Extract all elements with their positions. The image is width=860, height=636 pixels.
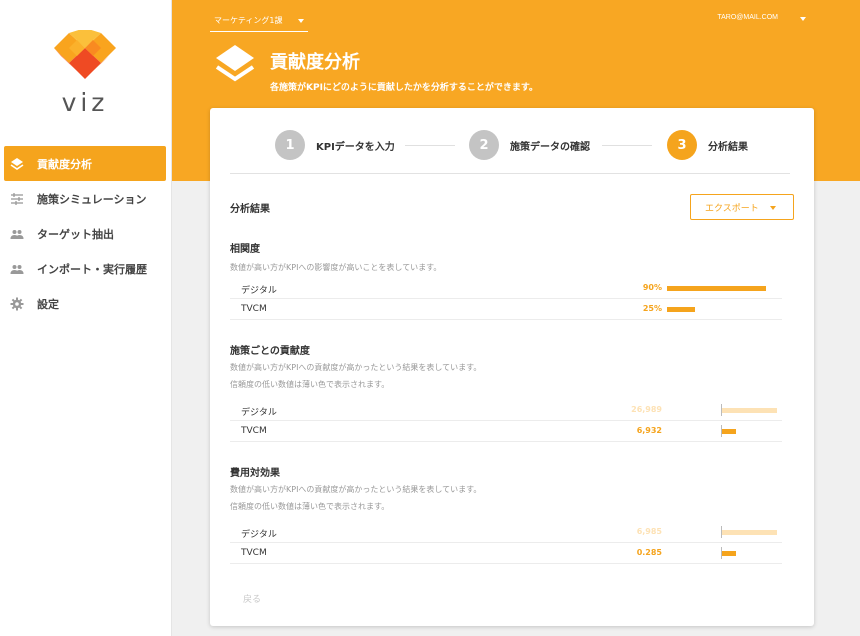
sidebar-item-label: 貢献度分析 — [37, 157, 92, 171]
table-row: デジタル 90% — [230, 278, 782, 299]
export-button-label: エクスポート — [705, 203, 759, 214]
sidebar-item-label: ターゲット抽出 — [37, 227, 114, 241]
row-value: 6,932 — [636, 426, 662, 435]
value-bar — [721, 408, 777, 413]
section-description: 数値が高い方がKPIへの影響度が高いことを表しています。 — [230, 263, 442, 272]
bar-axis-tick — [721, 526, 722, 538]
step-connector — [602, 145, 652, 146]
section-title: 費用対効果 — [230, 468, 280, 479]
row-value: 26,989 — [631, 405, 662, 414]
table-row: TVCM 0.285 — [230, 543, 782, 564]
step-1: 1 KPIデータを入力 — [275, 130, 395, 160]
sidebar-item-target-extraction[interactable]: ターゲット抽出 — [0, 216, 172, 251]
back-link[interactable]: 戻る — [243, 592, 261, 605]
analysis-card: 1 KPIデータを入力 2 施策データの確認 3 分析結果 分析結果 エクスポー… — [210, 108, 814, 626]
chevron-down-icon — [770, 206, 776, 210]
sliders-icon — [10, 192, 24, 206]
value-bar — [721, 429, 736, 434]
results-title: 分析結果 — [230, 204, 270, 215]
value-bar — [667, 307, 695, 312]
sidebar-item-contribution-analysis[interactable]: 貢献度分析 — [4, 146, 166, 181]
step-number: 1 — [275, 130, 305, 160]
row-label: TVCM — [241, 548, 267, 558]
sidebar-item-label: インポート・実行履歴 — [37, 262, 147, 276]
section-description: 数値が高い方がKPIへの貢献度が高かったという結果を表しています。 — [230, 485, 482, 494]
layers-icon — [10, 157, 24, 171]
people-icon — [10, 227, 24, 241]
sidebar-item-simulation[interactable]: 施策シミュレーション — [0, 181, 172, 216]
row-label: TVCM — [241, 304, 267, 314]
department-select-value: マーケティング1課 — [214, 16, 283, 25]
row-label: デジタル — [241, 286, 277, 296]
row-value: 25% — [642, 304, 662, 313]
section-title: 施策ごとの貢献度 — [230, 346, 310, 357]
chevron-down-icon — [298, 19, 304, 23]
table-row: デジタル 26,989 — [230, 400, 782, 421]
step-label: 施策データの確認 — [510, 141, 590, 153]
sidebar: viz 貢献度分析 施策シミュレーション ターゲット抽出 インポート・実行履歴 — [0, 0, 172, 636]
step-number: 2 — [469, 130, 499, 160]
people-icon — [10, 262, 24, 276]
step-label: 分析結果 — [708, 141, 748, 153]
page-title: 貢献度分析 — [270, 52, 360, 73]
value-bar — [721, 530, 777, 535]
step-connector — [405, 145, 455, 146]
chevron-down-icon[interactable] — [800, 17, 806, 21]
section-description: 信頼度の低い数値は薄い色で表示されます。 — [230, 502, 390, 511]
export-button[interactable]: エクスポート — [690, 194, 794, 220]
stepper: 1 KPIデータを入力 2 施策データの確認 3 分析結果 — [230, 108, 790, 174]
step-number: 3 — [667, 130, 697, 160]
sidebar-item-import-history[interactable]: インポート・実行履歴 — [0, 251, 172, 286]
page-subtitle: 各施策がKPIにどのように貢献したかを分析することができます。 — [270, 83, 539, 93]
logo: viz — [52, 30, 118, 117]
section-description: 信頼度の低い数値は薄い色で表示されます。 — [230, 380, 390, 389]
row-label: デジタル — [241, 408, 277, 418]
department-select[interactable]: マーケティング1課 — [210, 10, 308, 32]
table-row: TVCM 6,932 — [230, 421, 782, 442]
row-label: TVCM — [241, 426, 267, 436]
user-menu[interactable]: TARO@MAIL.COM — [717, 14, 778, 21]
row-value: 90% — [642, 283, 662, 292]
sidebar-item-label: 設定 — [37, 297, 59, 311]
bar-axis-tick — [721, 547, 722, 559]
bar-axis-tick — [721, 425, 722, 437]
logo-mark-icon — [54, 30, 116, 79]
row-value: 6,985 — [636, 527, 662, 536]
gear-icon — [10, 297, 24, 311]
value-bar — [721, 551, 736, 556]
row-value: 0.285 — [636, 548, 662, 557]
section-description: 数値が高い方がKPIへの貢献度が高かったという結果を表しています。 — [230, 363, 482, 372]
table-row: TVCM 25% — [230, 299, 782, 320]
step-3: 3 分析結果 — [667, 130, 748, 160]
section-title: 相関度 — [230, 244, 260, 255]
step-label: KPIデータを入力 — [316, 141, 395, 153]
sidebar-nav: 貢献度分析 施策シミュレーション ターゲット抽出 インポート・実行履歴 設定 — [0, 146, 172, 321]
sidebar-item-settings[interactable]: 設定 — [0, 286, 172, 321]
bar-axis-tick — [721, 404, 722, 416]
value-bar — [667, 286, 766, 291]
layers-icon — [215, 45, 255, 82]
step-2: 2 施策データの確認 — [469, 130, 590, 160]
logo-text: viz — [61, 88, 109, 117]
sidebar-item-label: 施策シミュレーション — [37, 192, 147, 206]
row-label: デジタル — [241, 530, 277, 540]
table-row: デジタル 6,985 — [230, 522, 782, 543]
